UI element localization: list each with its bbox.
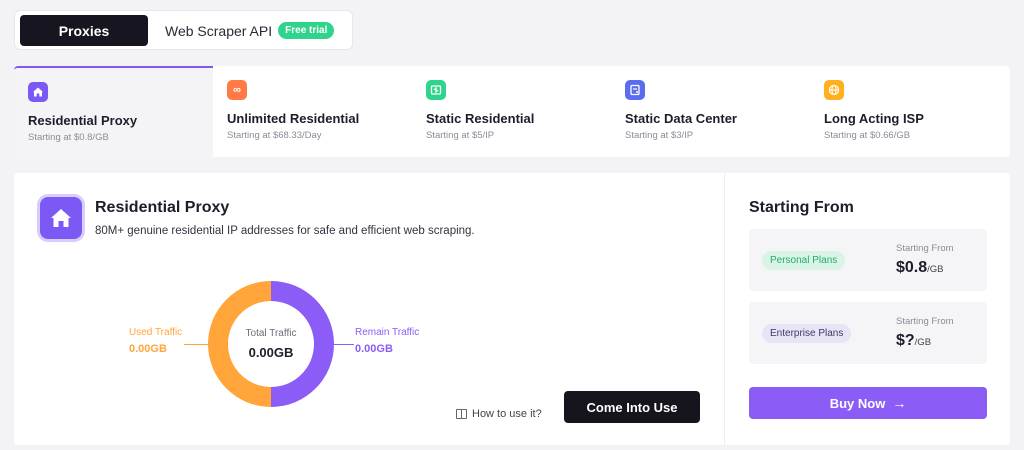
plan-starting-label: Starting From	[896, 243, 954, 254]
tab-title: Long Acting ISP	[824, 111, 924, 126]
personal-plans-badge: Personal Plans	[762, 251, 846, 270]
web-scraper-api-label: Web Scraper API	[165, 22, 273, 39]
product-toggle: Proxies Web Scraper API Free trial	[14, 10, 353, 50]
traffic-donut-chart: Total Traffic 0.00GB	[208, 281, 334, 407]
tab-price: Starting at $0.66/GB	[824, 130, 911, 141]
static-icon	[426, 80, 446, 100]
pricing-title: Starting From	[749, 199, 854, 216]
donut-center: Total Traffic 0.00GB	[228, 301, 314, 387]
product-detail-card: Residential Proxy 80M+ genuine residenti…	[14, 173, 724, 445]
tab-title: Static Data Center	[625, 111, 737, 126]
tab-price: Starting at $5/IP	[426, 130, 495, 141]
tab-price: Starting at $0.8/GB	[28, 132, 109, 143]
tab-title: Static Residential	[426, 111, 535, 126]
home-icon	[40, 197, 82, 239]
plan-price: $?/GB	[896, 332, 931, 350]
tab-unlimited-residential[interactable]: ∞ Unlimited Residential Starting at $68.…	[213, 66, 412, 157]
server-icon	[625, 80, 645, 100]
plan-price: $0.8/GB	[896, 259, 944, 277]
proxies-tab[interactable]: Proxies	[20, 15, 148, 46]
used-traffic-value: 0.00GB	[129, 343, 167, 355]
tab-price: Starting at $68.33/Day	[227, 130, 322, 141]
product-description: 80M+ genuine residential IP addresses fo…	[95, 225, 475, 237]
tab-static-residential[interactable]: Static Residential Starting at $5/IP	[412, 66, 611, 157]
plan-price-value: $0.8	[896, 259, 928, 276]
pricing-card: Starting From Personal Plans Starting Fr…	[724, 173, 1010, 445]
how-to-use-link[interactable]: How to use it?	[456, 408, 542, 420]
remain-traffic: Remain Traffic 0.00GB	[355, 327, 419, 355]
proxy-type-tabs: Residential Proxy Starting at $0.8/GB ∞ …	[14, 66, 1010, 157]
product-title: Residential Proxy	[95, 199, 230, 216]
buy-now-button[interactable]: Buy Now →	[749, 387, 987, 419]
remain-traffic-value: 0.00GB	[355, 343, 393, 355]
plan-price-unit: /GB	[927, 264, 944, 275]
total-traffic-label: Total Traffic	[245, 328, 297, 339]
tab-residential-proxy[interactable]: Residential Proxy Starting at $0.8/GB	[14, 66, 213, 157]
plan-price-unit: /GB	[914, 337, 932, 348]
tab-title: Unlimited Residential	[227, 111, 360, 126]
come-into-use-button[interactable]: Come Into Use	[564, 391, 700, 423]
free-trial-badge: Free trial	[278, 22, 335, 39]
arrow-right-icon: →	[892, 395, 907, 411]
remain-connector-line	[334, 344, 354, 345]
used-traffic-label: Used Traffic	[129, 327, 183, 338]
used-traffic: Used Traffic 0.00GB	[129, 327, 182, 355]
book-icon	[456, 409, 467, 419]
plan-starting-label: Starting From	[896, 316, 954, 327]
total-traffic-value: 0.00GB	[248, 345, 294, 360]
remain-traffic-label: Remain Traffic	[355, 327, 420, 338]
used-connector-line	[184, 344, 208, 345]
enterprise-plans-badge: Enterprise Plans	[762, 324, 852, 343]
tab-static-data-center[interactable]: Static Data Center Starting at $3/IP	[611, 66, 810, 157]
enterprise-plan[interactable]: Enterprise Plans Starting From $?/GB	[749, 302, 987, 364]
personal-plan[interactable]: Personal Plans Starting From $0.8/GB	[749, 229, 987, 291]
buy-now-label: Buy Now	[829, 395, 886, 411]
tab-long-acting-isp[interactable]: Long Acting ISP Starting at $0.66/GB	[810, 66, 1009, 157]
infinity-icon: ∞	[227, 80, 247, 100]
plan-price-value: $?	[896, 332, 915, 349]
how-to-use-label: How to use it?	[472, 408, 542, 420]
tab-title: Residential Proxy	[28, 113, 138, 128]
tab-price: Starting at $3/IP	[625, 130, 694, 141]
globe-icon	[824, 80, 844, 100]
home-icon	[28, 82, 48, 102]
web-scraper-api-tab[interactable]: Web Scraper API Free trial	[165, 15, 335, 46]
